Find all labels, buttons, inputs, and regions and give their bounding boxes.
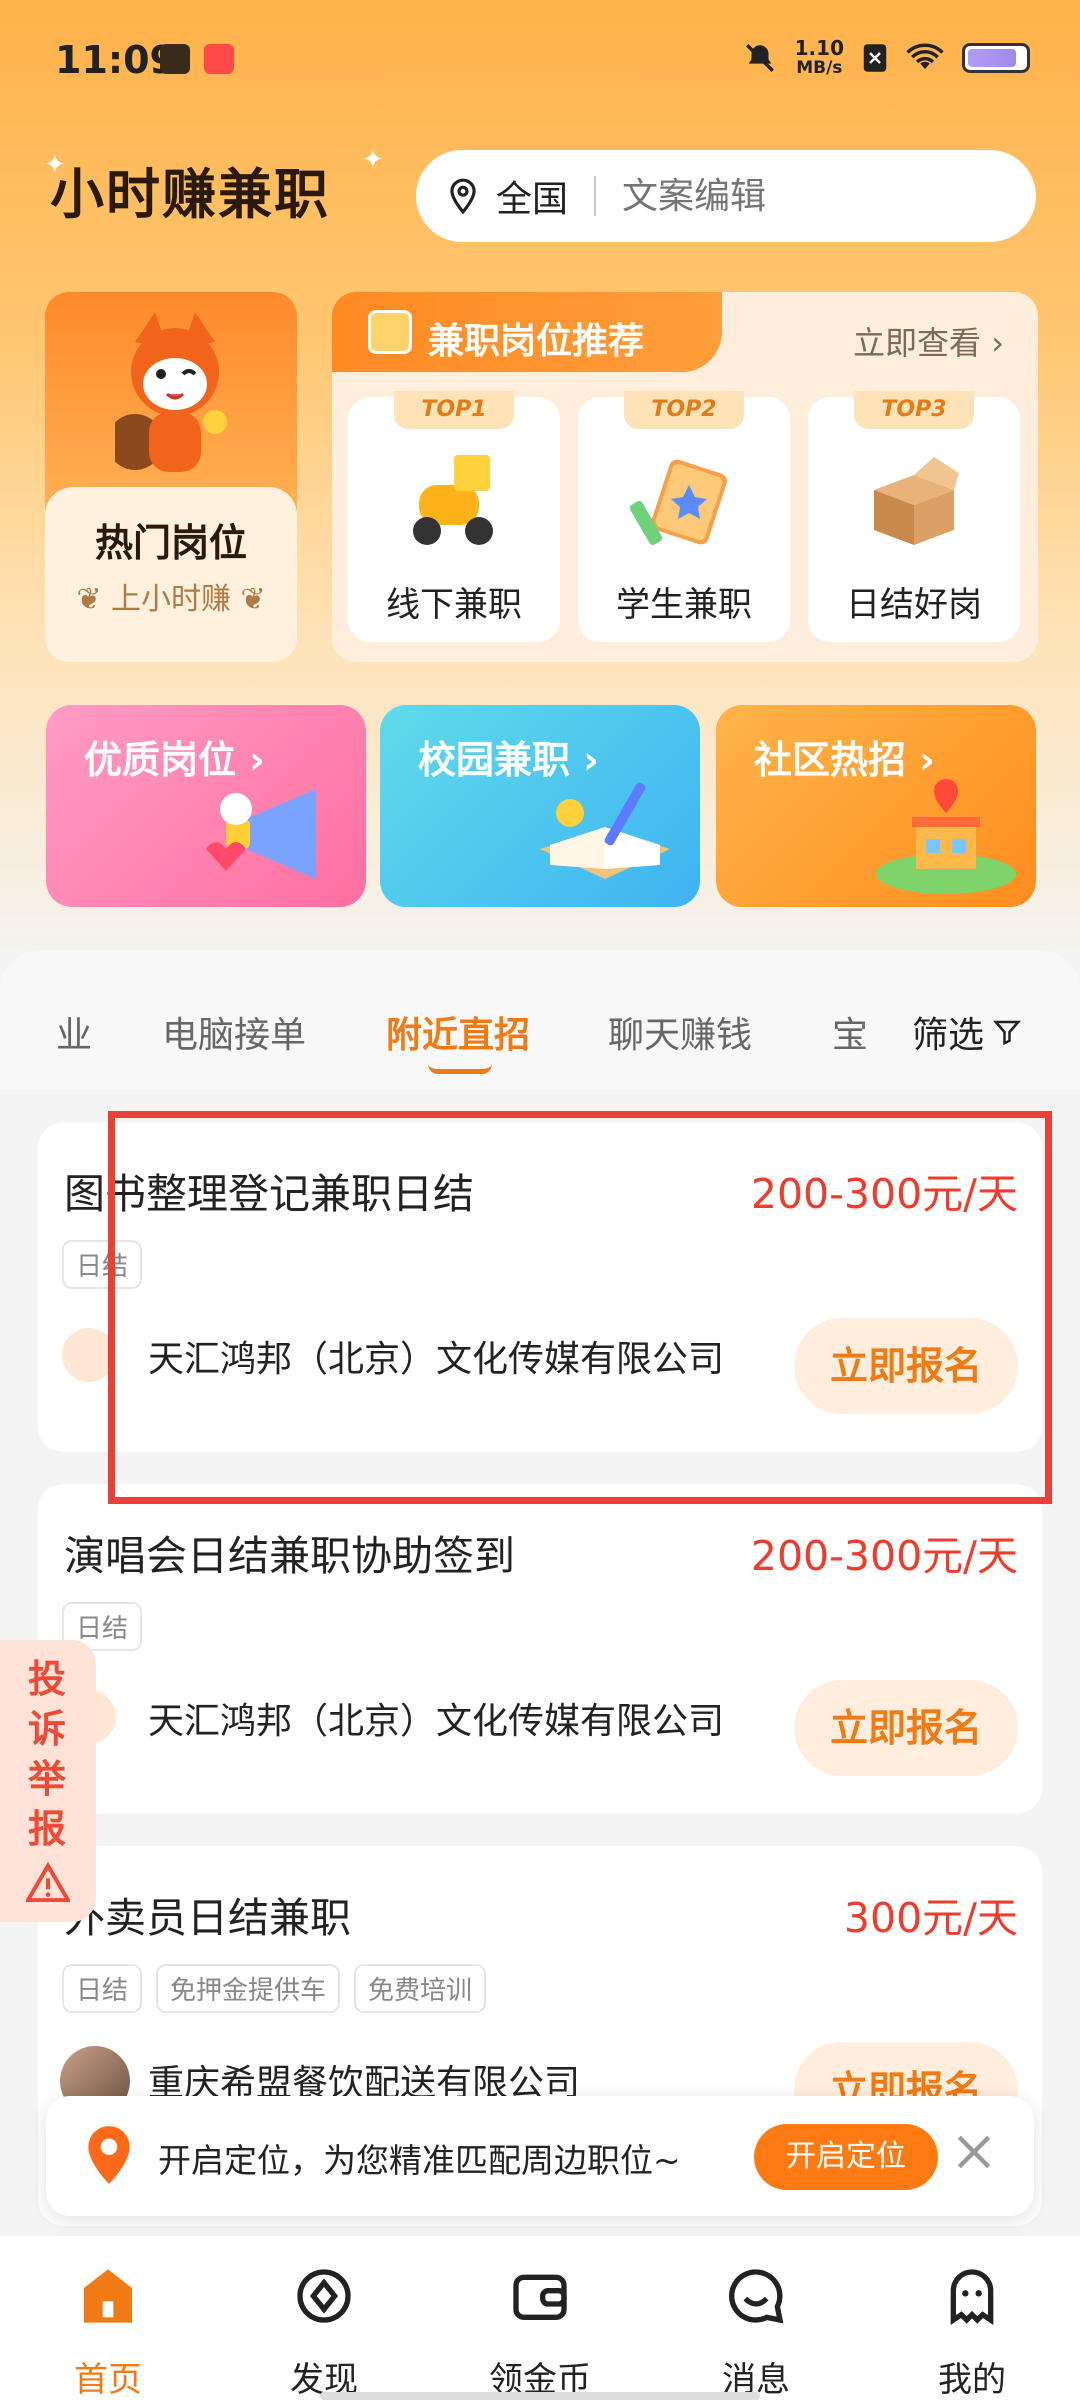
job-card[interactable]: 演唱会日结兼职协助签到 200-300元/天 日结 天汇鸿邦（北京）文化传媒有限…	[38, 1484, 1042, 1814]
view-more-link[interactable]: 立即查看 ›	[853, 318, 1004, 364]
search-divider	[594, 176, 597, 216]
wifi-icon	[906, 43, 944, 70]
top3-label: 日结好岗	[846, 585, 982, 625]
location-pin-icon	[88, 2126, 130, 2184]
chevron-right-icon: ›	[991, 324, 1004, 362]
sparkle-icon-2: ✦	[362, 145, 384, 175]
nav-home-label: 首页	[74, 2360, 142, 2400]
bottom-navigation: 首页 发现 领金币 消息 我的	[0, 2236, 1080, 2408]
location-prompt-text: 开启定位，为您精准匹配周边职位~	[158, 2141, 681, 2180]
chat-icon	[729, 2269, 784, 2324]
nav-profile[interactable]: 我的	[864, 2236, 1080, 2408]
hot-card-title: 热门岗位	[94, 521, 247, 565]
top2-label: 学生兼职	[616, 585, 752, 625]
nav-discover[interactable]: 发现	[216, 2236, 432, 2408]
recommend-title: 兼职岗位推荐	[428, 321, 645, 362]
location-prompt-bar: 开启定位，为您精准匹配周边职位~ 开启定位	[46, 2096, 1034, 2216]
enable-location-button[interactable]: 开启定位	[754, 2124, 938, 2190]
search-input[interactable]	[622, 175, 1003, 217]
network-speed: 1.10 MB/s	[795, 38, 844, 78]
scooter-icon	[413, 455, 493, 545]
nav-messages[interactable]: 消息	[648, 2236, 864, 2408]
ghost-profile-icon	[950, 2269, 994, 2325]
home-icon	[84, 2269, 132, 2323]
filter-button[interactable]: 筛选	[912, 1006, 1022, 1058]
job-salary: 300元/天	[843, 1894, 1018, 1942]
warning-triangle-icon	[26, 1862, 70, 1902]
notebook-pencil-icon	[629, 459, 727, 545]
location-pin-icon[interactable]	[444, 177, 482, 215]
filter-funnel-icon	[993, 1020, 1022, 1046]
wallet-icon	[513, 2274, 567, 2320]
job-salary: 200-300元/天	[750, 1532, 1018, 1580]
hot-card-subtitle: ❦ 上小时赚 ❦	[45, 574, 297, 618]
notification-app-icon-2	[204, 44, 234, 74]
tab-chat-earn[interactable]: 聊天赚钱	[608, 1006, 752, 1058]
top3-badge: TOP3	[854, 391, 974, 429]
status-time: 11:09	[55, 38, 176, 82]
job-title: 外卖员日结兼职	[64, 1894, 351, 1942]
mute-bell-icon	[745, 44, 774, 72]
view-more-label: 立即查看	[853, 324, 982, 362]
complaint-report-tab[interactable]: 投诉举报	[0, 1640, 96, 1922]
top1-label: 线下兼职	[386, 585, 522, 625]
nav-coins[interactable]: 领金币	[432, 2236, 648, 2408]
hot-card-subtitle-text: 上小时赚	[111, 582, 231, 617]
status-bar: 11:09 1.10 MB/s	[0, 0, 1080, 120]
company-name: 天汇鸿邦（北京）文化传媒有限公司	[148, 1701, 725, 1742]
tab-partial-left[interactable]: 业	[56, 1006, 92, 1058]
region-selector[interactable]: 全国	[496, 170, 568, 222]
campus-jobs-banner[interactable]: 校园兼职 ›	[380, 705, 700, 907]
nav-home[interactable]: 首页	[0, 2236, 216, 2408]
job-tags: 日结 免押金提供车 免费培训	[62, 1964, 487, 2013]
highlight-box	[108, 1111, 1052, 1504]
open-book-icon	[540, 782, 670, 879]
battery-icon	[962, 43, 1030, 73]
search-bar[interactable]: 全国	[416, 150, 1036, 242]
laurel-left-icon: ❦	[76, 582, 102, 617]
community-jobs-banner[interactable]: 社区热招 ›	[716, 705, 1036, 907]
box-package-icon	[874, 457, 959, 545]
job-tag: 日结	[62, 1964, 143, 2013]
tab-computer-orders[interactable]: 电脑接单	[162, 1006, 306, 1058]
quality-jobs-banner[interactable]: 优质岗位 ›	[46, 705, 366, 907]
filter-label: 筛选	[912, 1015, 985, 1056]
top2-badge: TOP2	[624, 391, 744, 429]
laurel-right-icon: ❦	[240, 582, 266, 617]
tabs-fade-overlay	[860, 990, 920, 1070]
notification-app-icon	[160, 44, 190, 74]
top1-badge: TOP1	[394, 391, 514, 429]
calendar-icon	[368, 310, 412, 354]
close-icon[interactable]	[952, 2130, 996, 2174]
top2-student-card[interactable]: TOP2 学生兼职	[578, 391, 790, 642]
job-title: 演唱会日结兼职协助签到	[64, 1532, 515, 1580]
squirrel-mascot-icon	[115, 312, 227, 472]
job-tag: 免费培训	[354, 1964, 487, 2013]
top1-offline-card[interactable]: TOP1 线下兼职	[348, 391, 560, 642]
sim-off-icon	[863, 44, 887, 72]
building-island-icon	[876, 779, 1016, 894]
nav-profile-label: 我的	[938, 2360, 1006, 2400]
tab-nearby-hiring[interactable]: 附近直招	[386, 1006, 530, 1058]
job-tag: 免押金提供车	[156, 1964, 341, 2013]
net-speed-value: 1.10	[794, 36, 844, 60]
complaint-label: 投诉举报	[27, 1657, 66, 1851]
compass-icon	[297, 2269, 351, 2323]
apply-button[interactable]: 立即报名	[794, 1680, 1018, 1776]
app-logo: 小时赚兼职	[50, 163, 330, 226]
active-tab-indicator	[428, 1064, 492, 1074]
home-indicator	[320, 2392, 760, 2400]
status-right: 1.10 MB/s	[743, 38, 1030, 78]
net-speed-unit: MB/s	[796, 58, 843, 78]
top3-daily-card[interactable]: TOP3 日结好岗	[808, 391, 1020, 642]
recommend-card: 兼职岗位推荐 立即查看 › TOP1 线下兼职 TOP2 学生兼职 TOP3 日…	[332, 292, 1038, 662]
hot-positions-card[interactable]: 热门岗位 ❦ 上小时赚 ❦	[45, 292, 297, 662]
megaphone-icon	[206, 789, 316, 879]
